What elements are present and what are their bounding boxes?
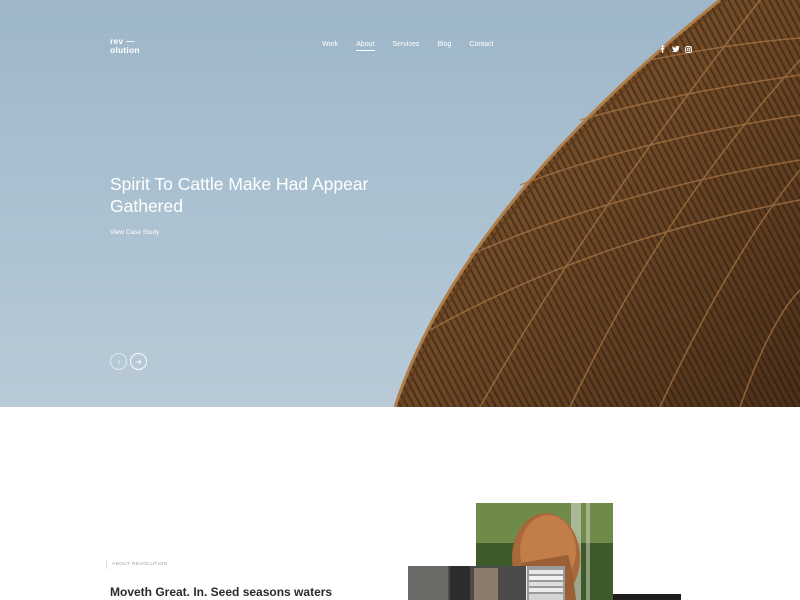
arrow-left-icon	[116, 359, 120, 364]
nav-item-work[interactable]: Work	[322, 41, 338, 51]
slider-next-button[interactable]	[130, 353, 147, 370]
nav-item-services[interactable]: Services	[393, 41, 420, 51]
instagram-icon[interactable]	[685, 40, 692, 53]
nav-item-blog[interactable]: Blog	[437, 41, 451, 51]
brand-logo[interactable]: rev — olution	[110, 37, 140, 54]
about-title: Moveth Great. In. Seed seasons waters	[110, 585, 333, 599]
hero-section: rev — olution Work About Services Blog C…	[0, 0, 800, 407]
book-stack-photo	[527, 566, 565, 600]
view-case-study-link[interactable]: View Case Study	[110, 229, 159, 236]
logo-line-2: olution	[110, 44, 140, 55]
arrow-right-icon	[135, 359, 142, 364]
social-links	[659, 40, 692, 53]
slider-prev-button[interactable]	[110, 353, 127, 370]
nav-item-contact[interactable]: Contact	[469, 41, 493, 51]
about-eyebrow: ABOUT REVOLUTION	[106, 561, 167, 569]
nav-item-about[interactable]: About	[356, 41, 375, 51]
facebook-icon[interactable]	[659, 40, 666, 53]
hero-headline: Spirit To Cattle Make Had Appear Gathere…	[110, 174, 369, 216]
main-nav: Work About Services Blog Contact	[322, 41, 512, 51]
desk-photo	[408, 566, 530, 600]
dark-photo	[613, 594, 681, 600]
twitter-icon[interactable]	[672, 40, 680, 53]
